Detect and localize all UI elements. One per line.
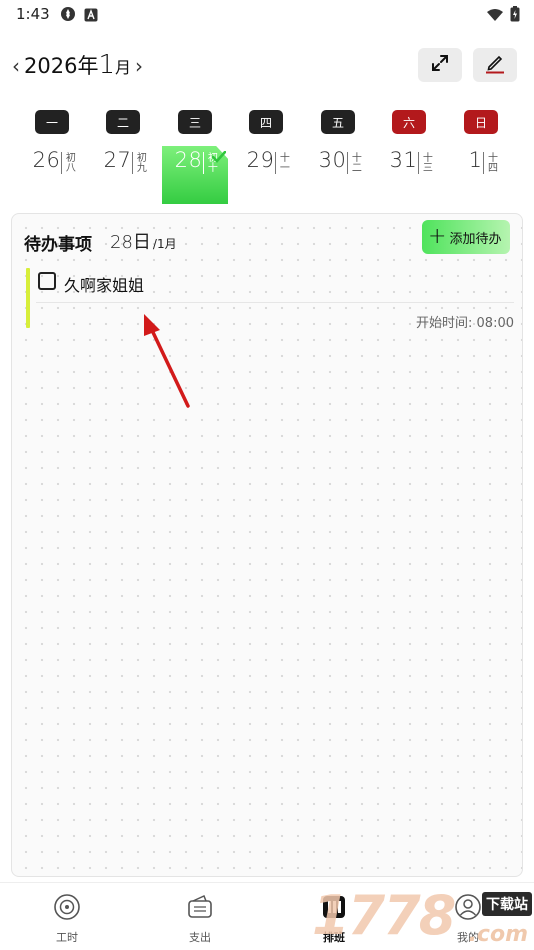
annotation-arrow-icon — [144, 314, 190, 408]
keyboard-a-icon — [84, 7, 98, 26]
todo-accent-bar — [26, 268, 30, 328]
date-number: 31 — [389, 148, 418, 172]
day-thursday[interactable]: 四 29 十一 — [231, 110, 303, 206]
lunar-date: 十四 — [483, 152, 497, 174]
year-label[interactable]: 2026年 — [24, 50, 98, 80]
watermark-number: 1778 — [312, 884, 456, 947]
weekday-badge: 四 — [249, 110, 283, 134]
wifi-icon — [486, 7, 504, 26]
date-cell[interactable]: 26 初八 — [17, 146, 89, 204]
date-cell[interactable]: 31 十三 — [374, 146, 446, 204]
day-monday[interactable]: 一 26 初八 — [17, 110, 89, 206]
todo-date-month: /1月 — [152, 237, 177, 251]
todo-checkbox[interactable] — [38, 272, 56, 290]
date-cell[interactable]: 27 初九 — [88, 146, 160, 204]
todo-title: 待办事项 — [24, 235, 92, 255]
watermark-site: 下载站 — [482, 892, 532, 916]
week-strip: 一 26 初八 二 27 初九 三 28 初十 四 29 十一 五 30 十二 — [0, 110, 534, 206]
plus-icon: + — [428, 224, 447, 249]
add-todo-label: 添加待办 — [449, 231, 502, 247]
check-icon — [211, 148, 227, 167]
calendar-header: ‹ 2026年 1 月 › — [0, 44, 534, 88]
day-tuesday[interactable]: 二 27 初九 — [88, 110, 160, 206]
weekday-badge: 日 — [464, 110, 498, 134]
status-bar: 1:43 — [0, 0, 534, 30]
todo-start-time: 开始时间: 08:00 — [416, 316, 514, 331]
weekday-badge: 五 — [321, 110, 355, 134]
todo-divider — [36, 302, 514, 303]
nav-item-expense[interactable]: 支出 — [170, 893, 230, 947]
date-cell[interactable]: 29 十一 — [231, 146, 303, 204]
add-todo-button[interactable]: + 添加待办 — [422, 220, 510, 254]
date-number: 28 — [174, 148, 203, 172]
todo-card: 待办事项 28日 /1月 + 添加待办 久啊家姐姐 开始时间: 08:00 — [11, 213, 523, 877]
day-saturday[interactable]: 六 31 十三 — [374, 110, 446, 206]
expand-button[interactable] — [418, 48, 462, 82]
chevron-right-icon[interactable]: › — [135, 54, 143, 78]
pencil-icon — [483, 51, 507, 79]
date-number: 29 — [246, 148, 275, 172]
battery-icon — [510, 6, 520, 26]
month-number[interactable]: 1 — [98, 50, 115, 80]
chevron-left-icon[interactable]: ‹ — [12, 54, 20, 78]
day-sunday[interactable]: 日 1 十四 — [446, 110, 518, 206]
status-right-icons — [486, 6, 520, 26]
wallet-icon — [186, 893, 214, 925]
lunar-date: 十二 — [347, 152, 361, 174]
edit-button[interactable] — [473, 48, 517, 82]
lunar-date: 初九 — [132, 152, 146, 174]
todo-item-text[interactable]: 久啊家姐姐 — [64, 272, 144, 296]
date-cell[interactable]: 30 十二 — [303, 146, 375, 204]
weekday-badge: 二 — [106, 110, 140, 134]
date-number: 26 — [32, 148, 61, 172]
month-navigator: ‹ 2026年 1 月 › — [12, 50, 143, 80]
lunar-date: 十一 — [275, 152, 289, 174]
date-number: 30 — [318, 148, 347, 172]
status-left-icons — [60, 6, 98, 26]
watermark: 1778 下载站 .com — [308, 884, 534, 950]
day-friday[interactable]: 五 30 十二 — [303, 110, 375, 206]
status-time: 1:43 — [16, 5, 50, 23]
date-number: 1 — [468, 148, 483, 172]
lunar-date: 十三 — [418, 152, 432, 174]
clock-circle-icon — [53, 893, 81, 925]
todo-date: 28日 /1月 — [110, 228, 177, 254]
month-unit: 月 — [115, 58, 132, 77]
weekday-badge: 六 — [392, 110, 426, 134]
weekday-badge: 一 — [35, 110, 69, 134]
todo-date-day: 28日 — [110, 232, 151, 253]
weekday-badge: 三 — [178, 110, 212, 134]
date-number: 27 — [103, 148, 132, 172]
expand-icon — [430, 53, 450, 77]
settings-gear-icon — [60, 6, 76, 26]
date-cell[interactable]: 1 十四 — [446, 146, 518, 204]
lunar-date: 初八 — [61, 152, 75, 174]
todo-item[interactable]: 久啊家姐姐 开始时间: 08:00 — [24, 268, 514, 331]
nav-label: 工时 — [56, 931, 78, 944]
nav-label: 支出 — [189, 931, 211, 944]
nav-item-hours[interactable]: 工时 — [37, 893, 97, 947]
watermark-domain: .com — [468, 922, 528, 947]
